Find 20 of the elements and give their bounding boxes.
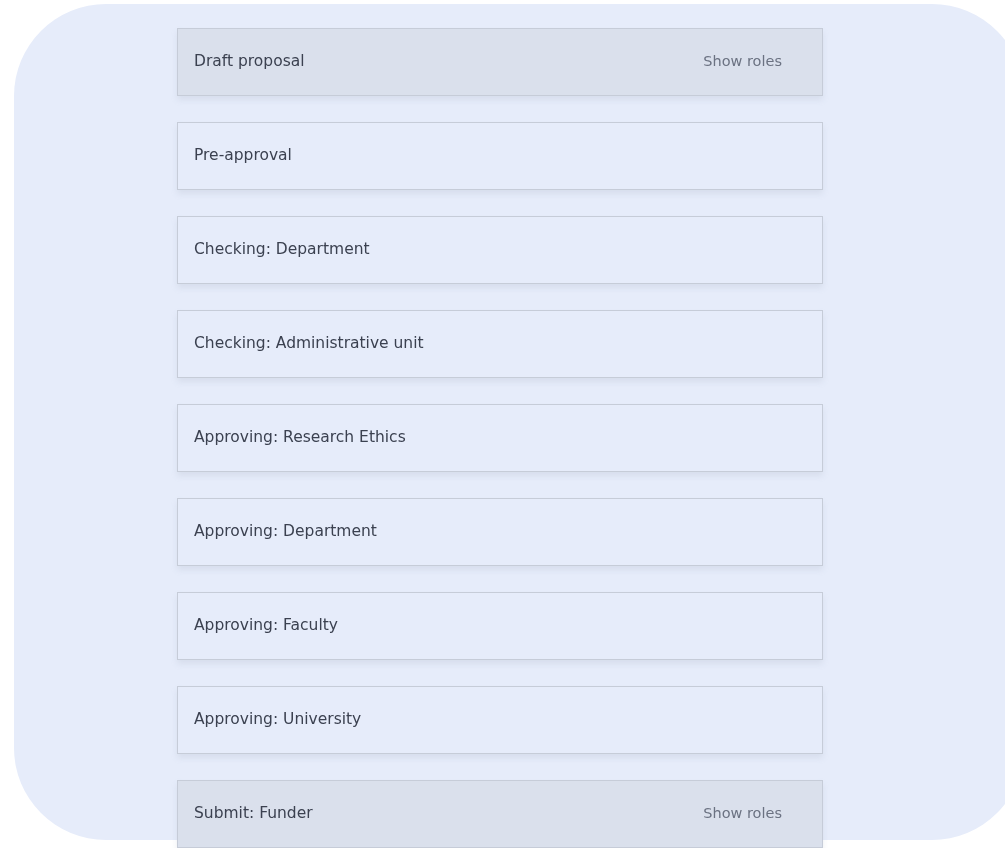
step-card[interactable]: Approving: University	[177, 686, 823, 754]
step-label: Checking: Administrative unit	[194, 333, 424, 355]
step-label: Draft proposal	[194, 51, 305, 73]
step-label: Approving: Research Ethics	[194, 427, 406, 449]
step-label: Pre-approval	[194, 145, 292, 167]
step-card[interactable]: Approving: Research Ethics	[177, 404, 823, 472]
step-label: Approving: Faculty	[194, 615, 338, 637]
step-card[interactable]: Draft proposal Show roles	[177, 28, 823, 96]
step-label: Approving: University	[194, 709, 362, 731]
step-card[interactable]: Pre-approval	[177, 122, 823, 190]
step-card[interactable]: Approving: Department	[177, 498, 823, 566]
step-label: Submit: Funder	[194, 803, 313, 825]
show-roles-link[interactable]: Show roles	[703, 51, 782, 73]
step-card[interactable]: Submit: Funder Show roles	[177, 780, 823, 848]
step-card[interactable]: Approving: Faculty	[177, 592, 823, 660]
step-card[interactable]: Checking: Department	[177, 216, 823, 284]
step-label: Approving: Department	[194, 521, 377, 543]
step-label: Checking: Department	[194, 239, 370, 261]
show-roles-link[interactable]: Show roles	[703, 803, 782, 825]
step-card[interactable]: Checking: Administrative unit	[177, 310, 823, 378]
